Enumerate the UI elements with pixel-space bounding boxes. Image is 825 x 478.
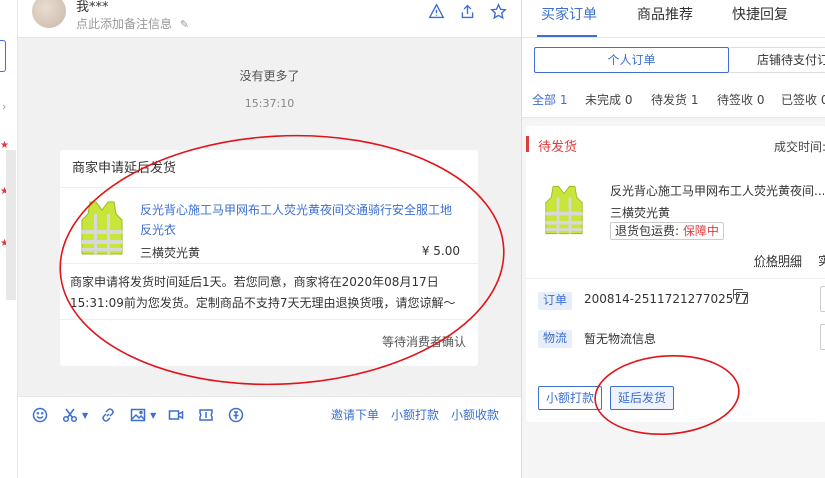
card-title: 商家申请延后发货: [60, 150, 478, 188]
link-icon[interactable]: [100, 406, 118, 424]
deal-time-label: 成交时间:: [774, 138, 825, 155]
emoji-icon[interactable]: [32, 406, 50, 424]
small-payment-button[interactable]: 小额打款: [538, 386, 602, 410]
status-indicator: [526, 136, 529, 152]
product-price: ¥ 5.00: [422, 244, 460, 258]
card-product[interactable]: 反光背心施工马甲网布工人荧光黄夜间交通骑行安全服工地反光衣 三横荧光黄 ¥ 5.…: [60, 188, 478, 264]
return-shipping-badge: 退货包运费: 保障中: [610, 222, 724, 240]
divider: [526, 278, 825, 279]
copy-icon[interactable]: [736, 292, 748, 304]
avatar[interactable]: [32, 0, 66, 28]
order-product-name[interactable]: 反光背心施工马甲网布工人荧光黄夜间...: [610, 182, 824, 199]
add-note-label: 点此添加备注信息: [76, 17, 172, 31]
order-filters: 全部 1 未完成 0 待发货 1 待签收 0 已签收 0: [522, 78, 825, 118]
no-more-text: 没有更多了: [18, 67, 521, 84]
filter-received[interactable]: 已签收 0: [781, 91, 825, 108]
order-panel: 买家订单 商品推荐 快捷回复 个人订单 店铺待支付订 全部 1 未完成 0 待发…: [521, 0, 825, 478]
product-sku: 三横荧光黄: [140, 244, 200, 261]
card-status: 等待消费者确认: [60, 320, 478, 364]
panel-tabs: 买家订单 商品推荐 快捷回复: [522, 0, 825, 38]
video-icon[interactable]: [168, 406, 186, 424]
active-tab-indicator: [537, 35, 597, 37]
chat-header: 我*** 点此添加备注信息 ✎: [18, 0, 521, 38]
order-product-image[interactable]: [544, 182, 584, 238]
message-time: 15:37:10: [18, 97, 521, 110]
add-note-link[interactable]: 点此添加备注信息 ✎: [76, 15, 189, 32]
filter-all[interactable]: 全部 1: [532, 91, 567, 108]
message-input[interactable]: [18, 432, 521, 478]
order-number: 200814-251172127702577: [584, 292, 749, 306]
chevron-down-icon[interactable]: ▼: [82, 411, 88, 420]
image-icon[interactable]: [130, 406, 148, 424]
chat-user-name: 我***: [76, 0, 109, 15]
product-image[interactable]: [80, 200, 124, 256]
delay-shipping-button[interactable]: 延后发货: [610, 386, 674, 410]
product-name-link[interactable]: 反光背心施工马甲网布工人荧光黄夜间交通骑行安全服工地反光衣: [140, 200, 460, 240]
chat-message-area[interactable]: 没有更多了 15:37:10 商家申请延后发货 反光背心施工马甲网布工人荧光黄夜…: [18, 38, 521, 396]
ticket-icon[interactable]: [198, 406, 216, 424]
order-side-button[interactable]: [820, 286, 825, 312]
chat-toolbar: ▼ ▼ 邀请下单 小额打款 小额收款: [18, 396, 521, 432]
filter-unfinished[interactable]: 未完成 0: [585, 91, 632, 108]
order-card: 待发货 成交时间: 反光背心施工马甲网布工人荧光黄夜间... 三横荧光黄 退货包…: [526, 126, 825, 422]
subtab-shop-pending[interactable]: 店铺待支付订: [729, 47, 825, 73]
price-actual-label: 实: [818, 252, 825, 269]
logistics-info: 暂无物流信息: [584, 330, 656, 347]
edit-icon: ✎: [180, 18, 189, 31]
card-message: 商家申请将发货时间延后1天。若您同意，商家将在2020年08月17日 15:31…: [60, 264, 478, 320]
scissors-icon[interactable]: [62, 406, 80, 424]
left-panel-edge: › ★ ★ ★: [0, 0, 18, 478]
tab-quick-reply[interactable]: 快捷回复: [732, 4, 788, 24]
logistics-side-button[interactable]: [820, 324, 825, 350]
chevron-down-icon[interactable]: ▼: [150, 411, 156, 420]
small-collection-link[interactable]: 小额收款: [451, 406, 499, 423]
coupon-icon[interactable]: [228, 406, 246, 424]
return-shipping-value: 保障中: [683, 224, 719, 238]
left-panel-button[interactable]: [0, 40, 6, 72]
small-payment-link[interactable]: 小额打款: [391, 406, 439, 423]
order-status: 待发货: [538, 136, 577, 155]
chevron-right-icon[interactable]: ›: [2, 100, 6, 113]
warning-icon[interactable]: [428, 3, 445, 20]
left-scrollbar[interactable]: [6, 150, 16, 300]
logistics-label: 物流: [538, 330, 572, 348]
star-outline-icon[interactable]: [490, 3, 507, 20]
price-detail-link[interactable]: 价格明细: [754, 252, 802, 269]
filter-pending-receipt[interactable]: 待签收 0: [717, 91, 764, 108]
order-label: 订单: [538, 292, 572, 310]
subtab-personal-orders[interactable]: 个人订单: [534, 47, 729, 73]
delay-shipping-card: 商家申请延后发货 反光背心施工马甲网布工人荧光黄夜间交通骑行安全服工地反光衣 三…: [60, 150, 478, 366]
order-product-sku: 三横荧光黄: [610, 204, 670, 221]
tab-buyer-orders[interactable]: 买家订单: [541, 4, 597, 24]
share-icon[interactable]: [459, 3, 476, 20]
filter-pending-shipment[interactable]: 待发货 1: [651, 91, 698, 108]
order-subtabs: 个人订单 店铺待支付订: [522, 38, 825, 78]
invite-order-link[interactable]: 邀请下单: [331, 406, 379, 423]
return-shipping-label: 退货包运费:: [615, 224, 679, 238]
tab-product-recommend[interactable]: 商品推荐: [637, 4, 693, 24]
